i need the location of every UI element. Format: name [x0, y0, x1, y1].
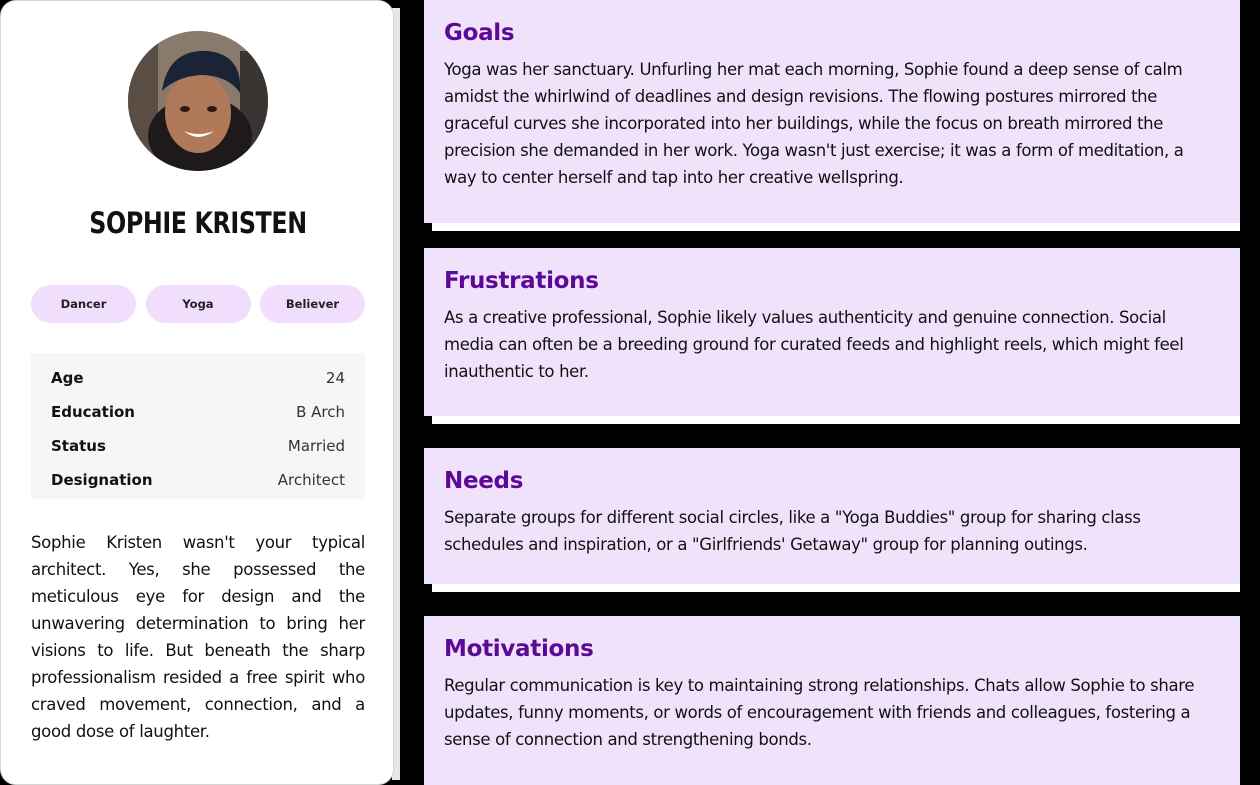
detail-row-designation: Designation Architect	[51, 463, 345, 497]
detail-row-education: Education B Arch	[51, 395, 345, 429]
avatar-photo	[128, 31, 268, 171]
section-divider	[432, 223, 1240, 231]
detail-label: Designation	[51, 471, 153, 489]
detail-row-age: Age 24	[51, 361, 345, 395]
frustrations-body: As a creative professional, Sophie likel…	[444, 308, 1184, 381]
detail-value: Married	[287, 437, 345, 455]
needs-title: Needs	[444, 468, 524, 494]
motivations-title: Motivations	[444, 636, 594, 662]
tag-dancer[interactable]: Dancer	[31, 285, 136, 323]
goals-title: Goals	[444, 20, 515, 46]
frustrations-card: Frustrations As a creative professional,…	[424, 248, 1240, 416]
detail-row-status: Status Married	[51, 429, 345, 463]
needs-body: Separate groups for different social cir…	[444, 508, 1141, 554]
frustrations-title: Frustrations	[444, 268, 599, 294]
detail-label: Status	[51, 437, 106, 455]
motivations-card: Motivations Regular communication is key…	[424, 616, 1240, 785]
bio-text: Sophie Kristen wasn't your typical archi…	[31, 533, 365, 741]
tag-believer[interactable]: Believer	[260, 285, 365, 323]
motivations-body: Regular communication is key to maintain…	[444, 676, 1195, 749]
profile-card: SOPHIE KRISTEN Dancer Yoga Believer Age …	[0, 0, 394, 785]
detail-label: Education	[51, 403, 135, 421]
detail-label: Age	[51, 369, 84, 387]
detail-value: 24	[325, 369, 345, 387]
profile-name: SOPHIE KRISTEN	[89, 206, 307, 240]
needs-card: Needs Separate groups for different soci…	[424, 448, 1240, 584]
section-divider	[432, 584, 1240, 592]
details-table: Age 24 Education B Arch Status Married D…	[31, 353, 365, 499]
avatar	[128, 31, 268, 171]
goals-body: Yoga was her sanctuary. Unfurling her ma…	[444, 60, 1184, 187]
persona-page: SOPHIE KRISTEN Dancer Yoga Believer Age …	[0, 0, 1260, 785]
detail-value: Architect	[277, 471, 345, 489]
tag-yoga[interactable]: Yoga	[145, 285, 251, 323]
goals-card: Goals Yoga was her sanctuary. Unfurling …	[424, 0, 1240, 223]
tag-list: Dancer Yoga Believer	[31, 285, 365, 323]
section-divider	[432, 416, 1240, 424]
detail-value: B Arch	[296, 403, 345, 421]
